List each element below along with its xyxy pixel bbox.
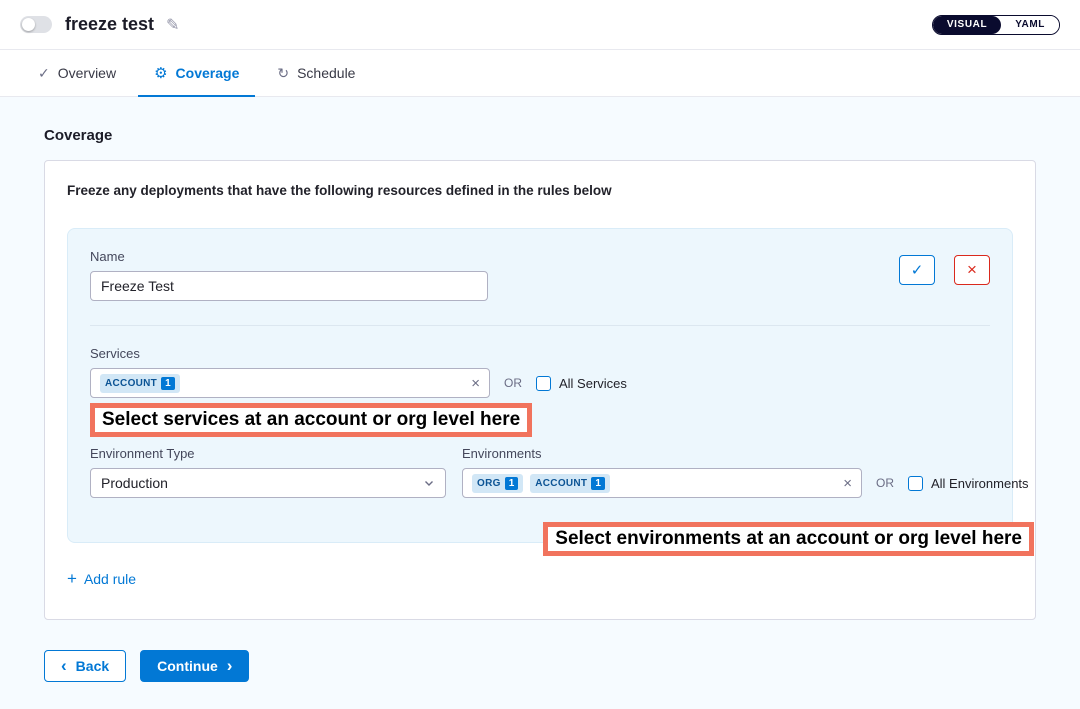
add-rule-label: Add rule	[84, 571, 136, 587]
coverage-card: Freeze any deployments that have the fol…	[44, 160, 1036, 620]
name-label: Name	[90, 249, 488, 264]
services-or-label: OR	[504, 376, 522, 390]
edit-pencil-icon[interactable]: ✎	[166, 15, 179, 35]
chevron-down-icon	[423, 477, 435, 489]
name-field: Name	[90, 249, 488, 301]
top-bar: freeze test ✎ VISUAL YAML	[0, 0, 1080, 50]
rule-name-row: Name ✓ ×	[90, 249, 990, 301]
schedule-clock-icon: ↻	[277, 65, 289, 82]
tab-schedule[interactable]: ↻ Schedule	[261, 50, 371, 96]
tab-overview[interactable]: ✓ Overview	[22, 50, 132, 96]
check-icon: ✓	[38, 65, 50, 82]
footer-buttons: ‹ Back Continue ›	[44, 650, 1036, 682]
confirm-check-icon: ✓	[911, 261, 924, 279]
all-environments-checkbox[interactable]	[908, 476, 923, 491]
services-label: Services	[90, 346, 990, 361]
freeze-rule-card: Name ✓ × Services	[67, 228, 1013, 543]
services-row: ACCOUNT 1 × OR All Services	[90, 368, 990, 398]
environment-type-select[interactable]: Production	[90, 468, 446, 498]
continue-button-label: Continue	[157, 658, 218, 674]
gear-icon: ⚙	[154, 64, 167, 82]
environment-type-label: Environment Type	[90, 446, 446, 461]
tag-count-badge: 1	[591, 477, 605, 490]
visual-yaml-toggle: VISUAL YAML	[932, 15, 1060, 35]
all-services-label: All Services	[559, 376, 627, 391]
toggle-knob	[22, 18, 35, 31]
main-content: Coverage Freeze any deployments that hav…	[0, 97, 1080, 709]
service-tag-account[interactable]: ACCOUNT 1	[100, 374, 180, 393]
tag-label: ACCOUNT	[535, 478, 587, 489]
freeze-enable-toggle[interactable]	[20, 16, 52, 33]
environment-tag-account[interactable]: ACCOUNT 1	[530, 474, 610, 493]
plus-icon: +	[67, 572, 77, 586]
cancel-rule-button[interactable]: ×	[954, 255, 990, 285]
tab-coverage[interactable]: ⚙ Coverage	[138, 50, 255, 96]
tag-count-badge: 1	[505, 477, 519, 490]
environments-or-label: OR	[876, 476, 894, 490]
page-title: freeze test	[65, 14, 154, 35]
tag-count-badge: 1	[161, 377, 175, 390]
rule-actions: ✓ ×	[899, 255, 990, 285]
back-button-label: Back	[76, 658, 109, 674]
environments-clear-icon[interactable]: ×	[843, 475, 852, 492]
services-multiselect-input[interactable]: ACCOUNT 1 ×	[90, 368, 490, 398]
tab-schedule-label: Schedule	[297, 65, 355, 81]
all-environments-label: All Environments	[931, 476, 1029, 491]
environments-annotation-callout: Select environments at an account or org…	[543, 522, 1034, 556]
rule-divider	[90, 325, 990, 326]
chevron-right-icon: ›	[227, 659, 233, 673]
environment-row: Environment Type Production Environments	[90, 446, 990, 498]
services-annotation-callout: Select services at an account or org lev…	[90, 403, 532, 437]
tab-bar: ✓ Overview ⚙ Coverage ↻ Schedule	[0, 50, 1080, 97]
tag-label: ACCOUNT	[105, 378, 157, 389]
rule-name-input[interactable]	[90, 271, 488, 301]
environment-type-value: Production	[101, 475, 168, 491]
environment-tag-org[interactable]: ORG 1	[472, 474, 523, 493]
chevron-left-icon: ‹	[61, 659, 67, 673]
confirm-rule-button[interactable]: ✓	[899, 255, 935, 285]
tag-label: ORG	[477, 478, 501, 489]
services-field: Services ACCOUNT 1 × OR All Services	[90, 346, 990, 398]
environment-type-field: Environment Type Production	[90, 446, 446, 498]
environments-multiselect-input[interactable]: ORG 1 ACCOUNT 1 ×	[462, 468, 862, 498]
coverage-description: Freeze any deployments that have the fol…	[67, 183, 1013, 198]
visual-toggle-option[interactable]: VISUAL	[933, 16, 1001, 34]
all-services-checkbox[interactable]	[536, 376, 551, 391]
yaml-toggle-option[interactable]: YAML	[1001, 16, 1059, 34]
add-rule-button[interactable]: + Add rule	[67, 571, 136, 587]
environments-row: ORG 1 ACCOUNT 1 × OR All Environments	[462, 468, 1029, 498]
section-title: Coverage	[44, 127, 1036, 144]
services-clear-icon[interactable]: ×	[471, 375, 480, 392]
environments-label: Environments	[462, 446, 1029, 461]
cancel-x-icon: ×	[967, 260, 977, 280]
continue-button[interactable]: Continue ›	[140, 650, 249, 682]
tab-overview-label: Overview	[58, 65, 116, 81]
tab-coverage-label: Coverage	[176, 65, 240, 81]
back-button[interactable]: ‹ Back	[44, 650, 126, 682]
environments-field: Environments ORG 1 ACCOUNT 1 ×	[462, 446, 1029, 498]
